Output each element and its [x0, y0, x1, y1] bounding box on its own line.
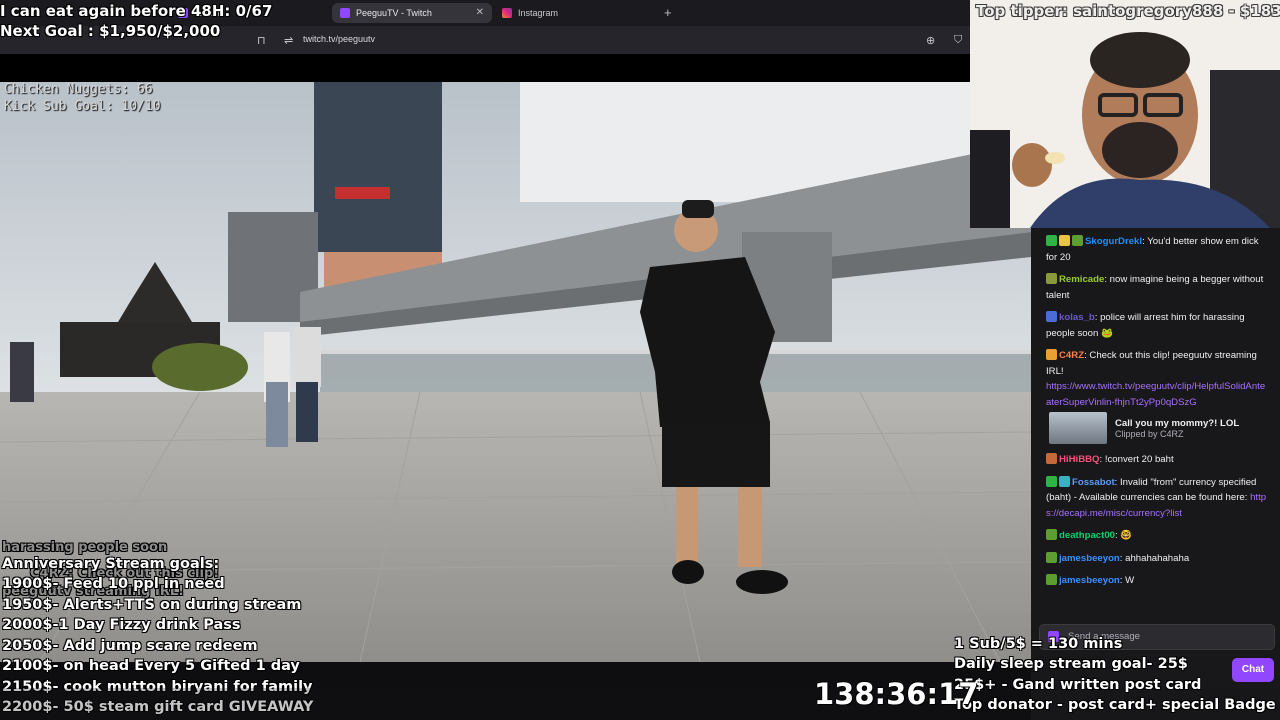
chat-badge-icon[interactable] — [1046, 475, 1057, 487]
close-tab-icon[interactable]: ✕ — [476, 7, 484, 18]
site-info-icon[interactable]: ⇌ — [284, 34, 293, 47]
chat-message: Fossabot: Invalid "from" currency specif… — [1046, 475, 1270, 522]
chat-text: : !convert 20 baht — [1099, 454, 1174, 465]
goal-item: 1950$- Alerts+TTS on during stream — [2, 597, 302, 613]
chat-message: kolas_b: police will arrest him for hara… — [1046, 310, 1270, 341]
goal-item: 1900$- Feed 10 ppl in need — [2, 576, 225, 592]
clip-author: Clipped by C4RZ — [1115, 428, 1184, 439]
chat-username[interactable]: kolas_b — [1059, 312, 1095, 323]
new-tab-icon[interactable]: + — [664, 5, 672, 20]
top-tipper-text: Top tipper: saintogregory888 - $1836 — [976, 2, 1280, 20]
chat-badge-icon[interactable] — [1046, 551, 1057, 563]
chat-message: Remicade: now imagine being a begger wit… — [1046, 272, 1270, 303]
goal-item: 2000$-1 Day Fizzy drink Pass — [2, 617, 241, 633]
rule-item: Top donator - post card+ special Badge — [954, 697, 1276, 713]
chat-badge-icon[interactable] — [1072, 235, 1083, 246]
chat-username[interactable]: Fossabot — [1072, 477, 1115, 488]
chat-message: SkogurDrekI: You'd better show em dick f… — [1046, 234, 1270, 265]
chat-send-button[interactable]: Chat — [1232, 658, 1274, 682]
eat-goal-text: I can eat again before 48H: 0/67 — [0, 2, 273, 20]
chat-text: : W — [1119, 575, 1135, 586]
kick-sub-goal: Kick Sub Goal: 10/10 — [4, 99, 161, 114]
chat-badge-icon[interactable] — [1046, 453, 1057, 464]
anniversary-goals-title: Anniversary Stream goals: — [2, 556, 220, 572]
instagram-icon — [502, 8, 512, 18]
chat-username[interactable]: SkogurDrekI — [1085, 236, 1142, 247]
tab-label: Instagram — [518, 8, 559, 18]
clip-title: Call you my mommy?! LOL — [1115, 417, 1240, 429]
chat-badge-icon[interactable] — [1046, 273, 1057, 284]
chat-text: : ahhahahahaha — [1119, 552, 1190, 564]
tab-peeguutv[interactable]: PeeguuTV - Twitch ✕ — [332, 3, 492, 23]
webcam-feed — [970, 0, 1280, 228]
video-letterbox — [0, 54, 970, 82]
chat-message: jamesbeeyon: ahhahahahaha — [1046, 551, 1270, 567]
rule-item: 25$+ - Gand written post card — [954, 677, 1202, 693]
next-goal-text: Next Goal : $1,950/$2,000 — [0, 22, 221, 40]
zoom-icon[interactable]: ⊕ — [926, 34, 935, 47]
chat-username[interactable]: jamesbeeyon — [1059, 575, 1120, 586]
clip-card[interactable]: Call you my mommy?! LOL Clipped by C4RZ — [1049, 412, 1270, 444]
chat-badge-icon[interactable] — [1046, 311, 1057, 322]
goal-item: 2100$- on head Every 5 Gifted 1 day — [2, 658, 300, 674]
chat-username[interactable]: HiHiBBQ — [1059, 454, 1100, 465]
rule-item: 1 Sub/5$ = 130 mins — [954, 636, 1123, 652]
overlay-chat-line: harassing people soon — [2, 540, 168, 555]
chat-message: jamesbeeyon: W — [1046, 573, 1270, 589]
streamer-camera — [970, 0, 1280, 228]
chat-username[interactable]: C4RZ — [1059, 350, 1084, 361]
chat-badge-icon[interactable] — [1059, 475, 1070, 487]
clip-link[interactable]: https://www.twitch.tv/peeguutv/clip/Help… — [1046, 381, 1265, 408]
rule-item: Daily sleep stream goal- 25$ — [954, 656, 1188, 672]
chat-text: : 🤓 — [1114, 530, 1133, 541]
shield-icon[interactable]: ⛉ — [954, 34, 962, 47]
chat-badge-icon[interactable] — [1046, 235, 1057, 246]
tab-label: PeeguuTV - Twitch — [356, 8, 432, 18]
goal-item: 2050$- Add jump scare redeem — [2, 638, 258, 654]
chat-badge-icon[interactable] — [1046, 349, 1057, 360]
chat-badge-icon[interactable] — [1046, 529, 1057, 540]
nuggets-counter: Chicken Nuggets: 66 — [4, 82, 153, 97]
address-field[interactable]: twitch.tv/peeguutv — [303, 34, 375, 44]
chat-badge-icon[interactable] — [1046, 574, 1057, 585]
chat-badge-icon[interactable] — [1059, 235, 1070, 246]
chat-username[interactable]: jamesbeeyon — [1059, 553, 1120, 564]
twitch-icon — [340, 8, 350, 18]
clip-thumbnail — [1049, 412, 1107, 444]
chat-username[interactable]: Remicade — [1059, 274, 1104, 285]
subathon-timer: 138:36:17 — [814, 677, 979, 711]
tab-instagram[interactable]: Instagram — [494, 3, 654, 23]
bookmark-icon[interactable]: ⊓ — [257, 34, 266, 47]
chat-message: C4RZ: Check out this clip! peeguutv stre… — [1046, 348, 1270, 410]
chat-message: deathpact00: 🤓 — [1046, 528, 1270, 544]
chat-message-list[interactable]: SkogurDrekI: You'd better show em dick f… — [1031, 228, 1280, 618]
chat-message: HiHiBBQ: !convert 20 baht — [1046, 452, 1270, 468]
chat-username[interactable]: deathpact00 — [1059, 530, 1115, 541]
